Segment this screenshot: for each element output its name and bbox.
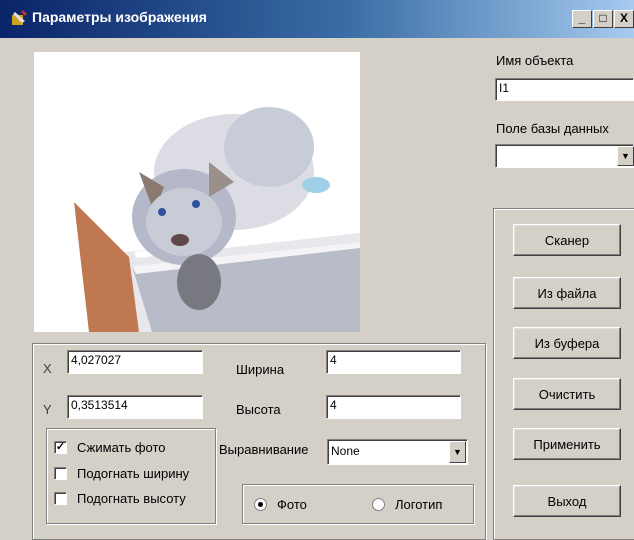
alignment-label: Выравнивание (219, 442, 309, 457)
fit-width-label: Подогнать ширину (77, 466, 190, 481)
db-field-dropdown-icon[interactable]: ▼ (617, 146, 634, 166)
window-title: Параметры изображения (32, 9, 207, 25)
x-field[interactable]: 4,027027 (67, 350, 203, 374)
logo-radio-label: Логотип (395, 497, 443, 512)
width-field[interactable]: 4 (326, 350, 461, 374)
apply-button[interactable]: Применить (513, 428, 621, 460)
app-icon (12, 10, 27, 25)
fit-height-checkbox[interactable]: Подогнать высоту (54, 491, 186, 506)
db-field-label: Поле базы данных (496, 121, 609, 136)
scanner-button[interactable]: Сканер (513, 224, 621, 256)
from-file-button[interactable]: Из файла (513, 277, 621, 309)
fit-width-checkbox[interactable]: Подогнать ширину (54, 466, 189, 481)
checkbox-mark: ✓ (54, 441, 67, 454)
checkbox-mark (54, 492, 67, 505)
logo-radio[interactable]: Логотип (372, 497, 442, 512)
width-label: Ширина (236, 362, 285, 377)
radio-dot-icon (372, 498, 385, 511)
kitten-photo (34, 52, 360, 332)
alignment-dropdown-icon[interactable]: ▼ (449, 441, 466, 463)
close-button[interactable]: X (614, 10, 634, 28)
y-field[interactable]: 0,3513514 (67, 395, 203, 419)
x-label: X (43, 361, 52, 376)
compress-photo-label: Сжимать фото (77, 440, 166, 455)
from-buffer-button[interactable]: Из буфера (513, 327, 621, 359)
db-field-select[interactable] (495, 144, 634, 168)
fit-height-label: Подогнать высоту (77, 491, 186, 506)
compress-photo-checkbox[interactable]: ✓ Сжимать фото (54, 440, 166, 455)
object-name-field[interactable]: I1 (495, 78, 634, 101)
alignment-value: None (331, 444, 360, 458)
y-label: Y (43, 402, 52, 417)
maximize-button[interactable]: □ (593, 10, 613, 28)
height-field[interactable]: 4 (326, 395, 461, 419)
clear-button[interactable]: Очистить (513, 378, 621, 410)
photo-radio-label: Фото (277, 497, 307, 512)
height-label: Высота (236, 402, 281, 417)
radio-dot-icon (254, 498, 267, 511)
photo-radio[interactable]: Фото (254, 497, 307, 512)
alignment-select[interactable]: None (327, 439, 468, 465)
exit-button[interactable]: Выход (513, 485, 621, 517)
minimize-button[interactable]: _ (572, 10, 592, 28)
object-name-label: Имя объекта (496, 53, 574, 68)
checkbox-mark (54, 467, 67, 480)
